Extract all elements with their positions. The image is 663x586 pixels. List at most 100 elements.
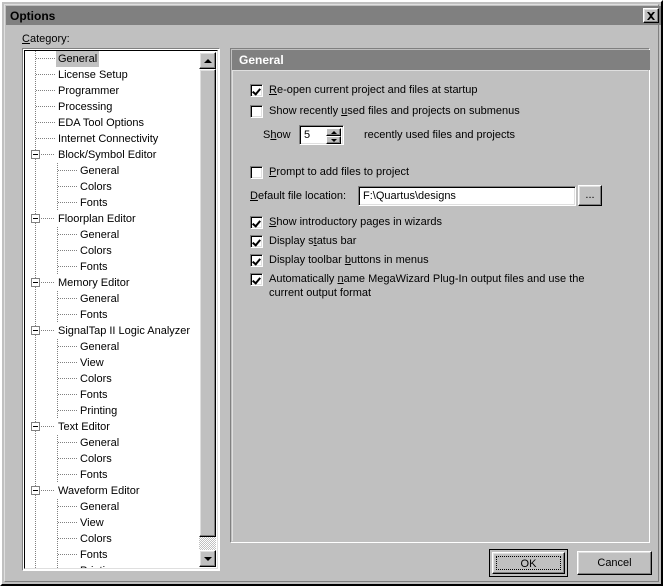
sidebar-item-colors[interactable]: Colors [25, 179, 203, 195]
tree-expander-icon[interactable] [31, 214, 40, 223]
tree-expander-icon[interactable] [31, 422, 40, 431]
sidebar-item-colors[interactable]: Colors [25, 531, 203, 547]
checkbox-row-prompt-add-files[interactable]: Prompt to add files to project [250, 165, 409, 179]
category-label: Category: [22, 33, 70, 45]
sidebar-item-fonts[interactable]: Fonts [25, 467, 203, 483]
sidebar-item-printing[interactable]: Printing [25, 563, 203, 568]
sidebar-item-view[interactable]: View [25, 355, 203, 371]
checkbox-row-reopen-project[interactable]: Re-open current project and files at sta… [250, 83, 478, 97]
tree-expander-icon[interactable] [31, 486, 40, 495]
sidebar-item-label: Printing [78, 403, 119, 419]
sidebar-item-programmer[interactable]: Programmer [25, 83, 203, 99]
recent-files-spinner[interactable]: 5 [299, 125, 344, 145]
tree-expander-icon[interactable] [31, 326, 40, 335]
tree-line [57, 451, 58, 467]
tree-line [57, 531, 58, 547]
cancel-button[interactable]: Cancel [577, 551, 652, 575]
browse-button[interactable]: ... [578, 185, 602, 206]
sidebar-item-label: General [78, 291, 121, 307]
checkbox-auto-name[interactable] [250, 273, 263, 286]
tree-expander-icon[interactable] [31, 278, 40, 287]
sidebar-item-colors[interactable]: Colors [25, 243, 203, 259]
ok-button[interactable]: OK [489, 549, 568, 577]
tree-line [35, 403, 36, 419]
sidebar-item-general[interactable]: General [25, 227, 203, 243]
sidebar-item-fonts[interactable]: Fonts [25, 259, 203, 275]
sidebar-item-general[interactable]: General [25, 339, 203, 355]
sidebar-item-view[interactable]: View [25, 515, 203, 531]
sidebar-item-label: Floorplan Editor [56, 211, 138, 227]
sidebar-item-label: View [78, 515, 106, 531]
tree-line [35, 227, 36, 243]
sidebar-item-floorplan-editor[interactable]: Floorplan Editor [25, 211, 203, 227]
tree-line [35, 499, 36, 515]
checkbox-row-intro-pages[interactable]: Show introductory pages in wizards [250, 215, 442, 229]
sidebar-item-label: General [56, 51, 99, 67]
sidebar-item-signaltap-ii-logic-analyzer[interactable]: SignalTap II Logic Analyzer [25, 323, 203, 339]
checkbox-status-bar[interactable] [250, 235, 263, 248]
sidebar-item-fonts[interactable]: Fonts [25, 387, 203, 403]
tree-line [35, 531, 36, 547]
chevron-down-icon [204, 557, 212, 561]
title-bar: Options [6, 6, 661, 25]
tree-vertical-scrollbar[interactable] [199, 52, 216, 567]
sidebar-item-label: Colors [78, 179, 114, 195]
tree-line [57, 371, 58, 387]
sidebar-item-general[interactable]: General [25, 51, 203, 67]
sidebar-item-label: Colors [78, 451, 114, 467]
sidebar-item-license-setup[interactable]: License Setup [25, 67, 203, 83]
sidebar-item-label: SignalTap II Logic Analyzer [56, 323, 192, 339]
tree-line [35, 547, 36, 563]
scrollbar-thumb[interactable] [199, 69, 216, 537]
spinner-label-post: ow [276, 129, 290, 141]
text-toolbar-post: uttons in menus [351, 254, 429, 266]
checkbox-intro-pages[interactable] [250, 216, 263, 229]
sidebar-item-label: Processing [56, 99, 114, 115]
window-title: Options [10, 9, 55, 23]
sidebar-item-fonts[interactable]: Fonts [25, 547, 203, 563]
spinner-decrement-button[interactable] [326, 136, 341, 144]
sidebar-item-general[interactable]: General [25, 291, 203, 307]
checkbox-row-auto-name[interactable]: Automatically name MegaWizard Plug-In ou… [250, 272, 630, 300]
sidebar-item-eda-tool-options[interactable]: EDA Tool Options [25, 115, 203, 131]
spinner-buttons[interactable] [326, 128, 341, 144]
checkbox-row-status-bar[interactable]: Display status bar [250, 234, 356, 248]
tree-line [35, 307, 36, 323]
checkbox-toolbar-buttons[interactable] [250, 254, 263, 267]
checkbox-row-show-recent[interactable]: Show recently used files and projects on… [250, 104, 520, 118]
sidebar-item-fonts[interactable]: Fonts [25, 195, 203, 211]
sidebar-item-general[interactable]: General [25, 163, 203, 179]
sidebar-item-text-editor[interactable]: Text Editor [25, 419, 203, 435]
scroll-up-button[interactable] [199, 52, 216, 69]
tree-expander-icon[interactable] [31, 150, 40, 159]
sidebar-item-waveform-editor[interactable]: Waveform Editor [25, 483, 203, 499]
spinner-increment-button[interactable] [326, 128, 341, 136]
spinner-label: Show [263, 129, 291, 141]
sidebar-item-general[interactable]: General [25, 435, 203, 451]
sidebar-item-printing[interactable]: Printing [25, 403, 203, 419]
sidebar-item-general[interactable]: General [25, 499, 203, 515]
sidebar-item-label: Colors [78, 531, 114, 547]
sidebar-item-block-symbol-editor[interactable]: Block/Symbol Editor [25, 147, 203, 163]
chevron-down-icon [331, 139, 337, 142]
checkbox-prompt-add-files[interactable] [250, 166, 263, 179]
sidebar-item-colors[interactable]: Colors [25, 371, 203, 387]
file-location-input[interactable]: F:\Quartus\designs [358, 186, 576, 206]
sidebar-item-label: View [78, 355, 106, 371]
sidebar-item-fonts[interactable]: Fonts [25, 307, 203, 323]
chevron-up-icon [204, 59, 212, 63]
category-tree[interactable]: GeneralLicense SetupProgrammerProcessing… [25, 51, 203, 568]
tree-line [57, 227, 58, 243]
checkbox-show-recent[interactable] [250, 105, 263, 118]
sidebar-item-processing[interactable]: Processing [25, 99, 203, 115]
close-button[interactable] [643, 8, 659, 23]
sidebar-item-colors[interactable]: Colors [25, 451, 203, 467]
tree-line [35, 451, 36, 467]
sidebar-item-memory-editor[interactable]: Memory Editor [25, 275, 203, 291]
checkbox-row-toolbar-buttons[interactable]: Display toolbar buttons in menus [250, 253, 429, 267]
tree-line [58, 458, 77, 459]
sidebar-item-internet-connectivity[interactable]: Internet Connectivity [25, 131, 203, 147]
scroll-down-button[interactable] [199, 550, 216, 567]
tree-line [36, 122, 55, 123]
checkbox-reopen-project[interactable] [250, 84, 263, 97]
